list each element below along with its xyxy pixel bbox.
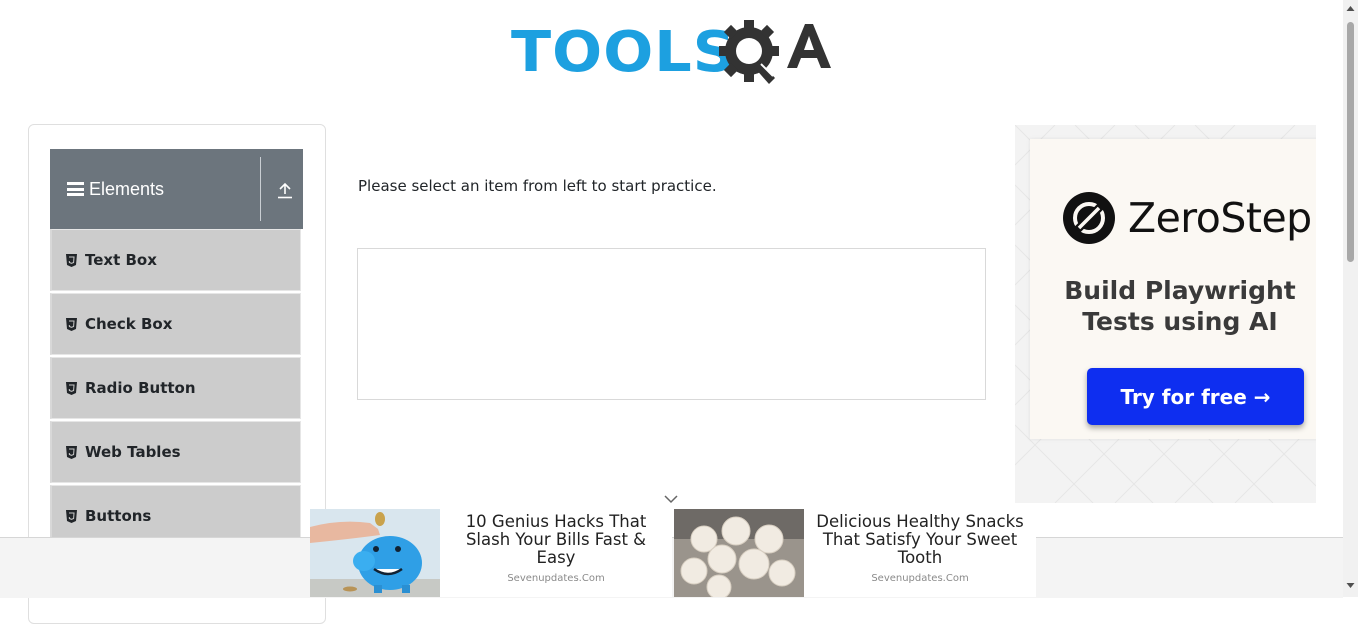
native-ad-text: Delicious Healthy Snacks That Satisfy Yo… bbox=[804, 509, 1036, 597]
gear-magnifier-icon bbox=[719, 20, 779, 84]
native-ad-source: Sevenupdates.Com bbox=[871, 573, 969, 584]
header-divider bbox=[260, 157, 261, 221]
native-ad-snacks[interactable]: Delicious Healthy Snacks That Satisfy Yo… bbox=[674, 509, 1036, 597]
snack-balls-image bbox=[674, 509, 804, 597]
native-ad-bills[interactable]: 10 Genius Hacks That Slash Your Bills Fa… bbox=[310, 509, 672, 597]
chevron-down-icon[interactable] bbox=[664, 494, 678, 504]
menu-item-label: Text Box bbox=[85, 251, 157, 269]
native-ad-headline: 10 Genius Hacks That Slash Your Bills Fa… bbox=[465, 512, 647, 567]
ad-headline-line2: Tests using AI bbox=[1082, 307, 1278, 336]
html5-icon bbox=[66, 445, 77, 459]
zerostep-ad[interactable]: ZeroStep Build Playwright Tests using AI… bbox=[1015, 125, 1316, 503]
ad-headline-line1: Build Playwright bbox=[1064, 276, 1296, 305]
ad-panel: ZeroStep Build Playwright Tests using AI… bbox=[1030, 139, 1316, 439]
scrollbar-thumb[interactable] bbox=[1347, 22, 1354, 262]
menu-item-label: Check Box bbox=[85, 315, 173, 333]
scroll-down-arrow-icon[interactable] bbox=[1346, 582, 1355, 589]
menu-item-radio-button[interactable]: Radio Button bbox=[50, 357, 301, 419]
instruction-text: Please select an item from left to start… bbox=[358, 177, 717, 195]
native-ad-text: 10 Genius Hacks That Slash Your Bills Fa… bbox=[440, 509, 672, 597]
elements-menu-list: Text Box Check Box Radio Button Web Tabl… bbox=[50, 229, 303, 549]
toolsqa-logo[interactable]: TOOLS bbox=[511, 14, 836, 92]
native-ad-source: Sevenupdates.Com bbox=[507, 573, 605, 584]
elements-group-header[interactable]: Elements bbox=[50, 149, 303, 229]
logo-tools-text: TOOLS bbox=[511, 20, 737, 85]
menu-item-label: Radio Button bbox=[85, 379, 196, 397]
hamburger-icon bbox=[67, 182, 84, 196]
html5-icon bbox=[66, 317, 77, 331]
zerostep-logo-icon bbox=[1063, 192, 1115, 244]
menu-item-label: Web Tables bbox=[85, 443, 181, 461]
html5-icon bbox=[66, 253, 77, 267]
native-ad-headline: Delicious Healthy Snacks That Satisfy Yo… bbox=[816, 512, 1024, 567]
html5-icon bbox=[66, 509, 77, 523]
menu-item-label: Buttons bbox=[85, 507, 152, 525]
group-title: Elements bbox=[89, 178, 165, 199]
try-for-free-button[interactable]: Try for free → bbox=[1087, 368, 1304, 425]
html5-icon bbox=[66, 381, 77, 395]
collapse-arrow-icon[interactable] bbox=[277, 182, 293, 199]
menu-item-web-tables[interactable]: Web Tables bbox=[50, 421, 301, 483]
ad-headline: Build Playwright Tests using AI bbox=[1030, 275, 1316, 337]
scroll-up-arrow-icon[interactable] bbox=[1346, 5, 1355, 12]
logo-a-letter bbox=[787, 24, 831, 68]
menu-item-text-box[interactable]: Text Box bbox=[50, 229, 301, 291]
practice-area-frame bbox=[357, 248, 986, 400]
menu-item-check-box[interactable]: Check Box bbox=[50, 293, 301, 355]
ad-brand: ZeroStep bbox=[1062, 191, 1312, 245]
piggy-bank-image bbox=[310, 509, 440, 597]
ad-brand-name: ZeroStep bbox=[1128, 194, 1312, 242]
vertical-scrollbar[interactable] bbox=[1343, 0, 1358, 597]
